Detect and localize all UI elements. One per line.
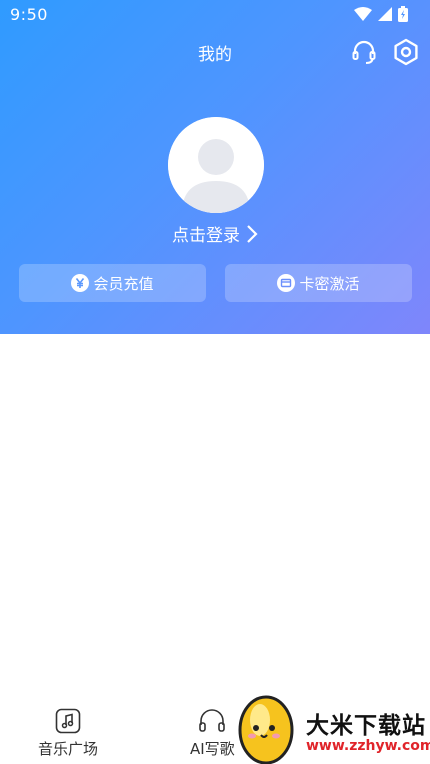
tab-ai-songwriting[interactable]: AI写歌 [190, 708, 235, 759]
yen-circle-icon [71, 274, 90, 292]
avatar[interactable] [168, 117, 264, 213]
watermark-title: 大米下载站 [306, 713, 426, 739]
login-link[interactable]: 点击登录 [0, 221, 430, 246]
tab-label: AI写歌 [190, 740, 235, 758]
card-activate-button[interactable]: 卡密激活 [225, 264, 412, 302]
card-icon [277, 274, 296, 292]
customer-service-button[interactable] [350, 38, 378, 66]
login-label: 点击登录 [172, 226, 240, 246]
vip-recharge-label: 会员充值 [93, 274, 154, 293]
status-icons [354, 6, 408, 22]
headset-icon [352, 40, 376, 64]
mascot-logo-icon [238, 695, 294, 764]
card-activate-label: 卡密激活 [299, 274, 360, 293]
wifi-icon [354, 7, 372, 21]
music-note-icon [55, 708, 81, 734]
status-bar: 9:50 [0, 0, 430, 30]
headphones-icon [199, 709, 226, 732]
watermark-url: www.zzhyw.com [306, 738, 430, 754]
settings-button[interactable] [392, 38, 420, 66]
site-watermark: 大米下载站 www.zzhyw.com [236, 690, 430, 764]
tab-music-plaza[interactable]: 音乐广场 [38, 708, 98, 759]
signal-icon [378, 7, 392, 21]
vip-recharge-button[interactable]: 会员充值 [19, 264, 206, 302]
status-time: 9:50 [10, 5, 48, 24]
tab-label: 音乐广场 [38, 740, 99, 758]
default-user-icon [168, 117, 264, 213]
chevron-right-icon [247, 224, 258, 243]
battery-icon [398, 6, 408, 22]
profile-header: 9:50 我的 点击登录 会员充值 卡密激活 [0, 0, 430, 334]
gear-icon [394, 38, 418, 66]
